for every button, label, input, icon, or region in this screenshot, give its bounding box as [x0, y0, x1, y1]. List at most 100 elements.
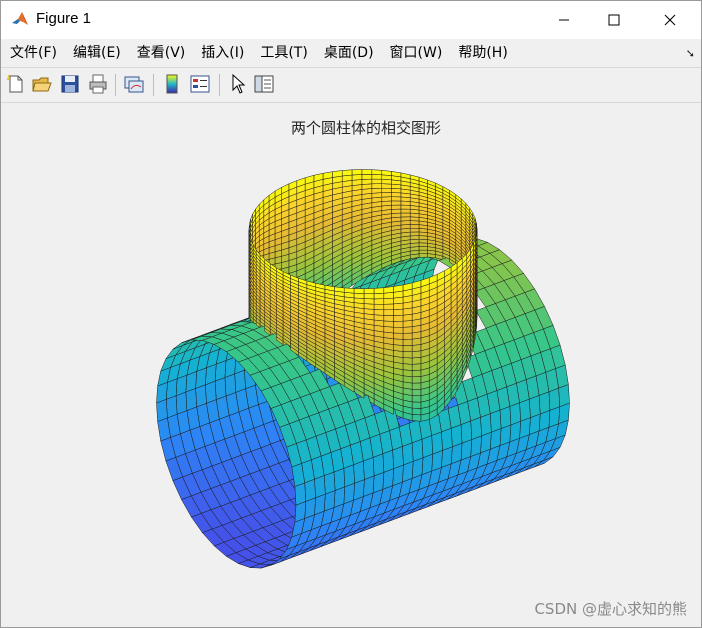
surface-face: [402, 351, 413, 359]
surface-face: [393, 284, 404, 293]
surface-face: [411, 395, 422, 403]
open-file-icon[interactable]: [31, 73, 53, 95]
menu-tools[interactable]: 工具(T): [252, 40, 315, 66]
surface-face: [363, 298, 375, 305]
surface-face: [381, 200, 392, 207]
surface-face: [538, 391, 551, 415]
surface-face: [214, 377, 227, 400]
surface-face: [411, 376, 422, 384]
surface-face: [381, 183, 392, 189]
close-button[interactable]: [647, 1, 693, 39]
surface-face: [411, 401, 422, 409]
surface-face: [383, 297, 394, 305]
surface-face: [400, 204, 411, 210]
surface-face: [393, 308, 404, 316]
surface-face: [391, 192, 402, 198]
figure-toolbar: [1, 67, 701, 103]
close-icon: [664, 14, 676, 26]
surface-face: [323, 471, 336, 495]
surface-face: [402, 369, 413, 378]
surface-face: [411, 438, 424, 462]
surface-face: [353, 297, 365, 304]
surface-face: [351, 174, 363, 181]
surface-face: [490, 409, 502, 433]
surface-face: [411, 382, 422, 390]
surface-face: [393, 314, 404, 322]
surface-face: [343, 287, 355, 294]
surface-face: [411, 350, 422, 359]
surface-face: [393, 320, 404, 328]
menu-bar: 文件(F) 编辑(E) 查看(V) 插入(I) 工具(T) 桌面(D) 窗口(W…: [1, 39, 701, 67]
surface-face: [391, 208, 402, 214]
menu-help[interactable]: 帮助(H): [450, 40, 515, 66]
surface-face: [381, 192, 392, 198]
surface-face: [381, 187, 392, 193]
dock-arrow-icon[interactable]: ➘: [686, 47, 695, 60]
menu-window[interactable]: 窗口(W): [382, 40, 451, 66]
surface-face: [383, 286, 394, 294]
property-inspector-icon[interactable]: [253, 73, 275, 95]
surface-face: [353, 288, 365, 294]
surface-face: [353, 292, 365, 299]
figure-canvas[interactable]: 两个圆柱体的相交图形 CSDN @虚心求知的熊: [1, 103, 701, 627]
surface-face: [363, 457, 375, 480]
surface-face: [393, 326, 404, 334]
surface-face: [409, 220, 420, 225]
surface-face: [411, 389, 422, 396]
surface-face: [381, 196, 392, 202]
minimize-button[interactable]: [541, 1, 587, 39]
maximize-icon: [608, 14, 620, 26]
surface-face: [418, 249, 428, 255]
surface-face: [294, 482, 307, 506]
menu-desktop[interactable]: 桌面(D): [316, 40, 382, 66]
surface-face: [400, 216, 411, 222]
surface-face: [400, 208, 411, 214]
surface-face: [361, 169, 373, 175]
surface-face: [409, 224, 420, 229]
surface-face: [363, 288, 375, 294]
surface-face: [166, 395, 178, 419]
surface-face: [393, 332, 404, 340]
surface-face: [373, 314, 385, 322]
save-icon[interactable]: [59, 73, 81, 95]
figure-window: Figure 1 文件(F) 编辑(E) 查看(V) 插入(I) 工具(T) 桌…: [0, 0, 702, 628]
surface-face: [341, 169, 353, 177]
surface-plot[interactable]: [1, 103, 701, 627]
surface-face: [450, 424, 463, 448]
surface-face: [409, 235, 420, 240]
insert-legend-icon[interactable]: [189, 73, 211, 95]
surface-face: [361, 174, 373, 180]
surface-face: [411, 363, 422, 371]
menu-edit[interactable]: 编辑(E): [65, 40, 129, 66]
surface-face: [402, 320, 413, 328]
maximize-button[interactable]: [591, 1, 637, 39]
surface-face: [373, 298, 385, 305]
link-plot-icon[interactable]: [123, 73, 145, 95]
surface-face: [402, 338, 413, 346]
surface-face: [185, 388, 197, 411]
surface-face: [400, 220, 411, 226]
insert-colorbar-icon[interactable]: [161, 73, 183, 95]
edit-plot-cursor-icon[interactable]: [227, 73, 249, 95]
toolbar-separator: [219, 74, 220, 96]
surface-face: [363, 303, 375, 310]
surface-face: [373, 292, 385, 300]
surface-face: [195, 384, 207, 408]
menu-file[interactable]: 文件(F): [1, 40, 65, 66]
surface-face: [383, 326, 394, 334]
menu-insert[interactable]: 插入(I): [193, 40, 252, 66]
surface-face: [402, 332, 413, 340]
surface-face: [371, 178, 383, 185]
surface-face: [431, 431, 443, 455]
surface-face: [402, 326, 413, 334]
surface-face: [373, 287, 385, 294]
surface-face: [371, 187, 383, 194]
watermark-text: CSDN @虚心求知的熊: [534, 600, 687, 618]
surface-face: [418, 246, 428, 251]
menu-view[interactable]: 查看(V): [129, 40, 194, 66]
surface-face: [411, 414, 422, 422]
surface-face: [234, 369, 246, 393]
title-bar[interactable]: Figure 1: [1, 1, 701, 39]
print-icon[interactable]: [87, 73, 109, 95]
new-figure-icon[interactable]: [5, 73, 27, 95]
